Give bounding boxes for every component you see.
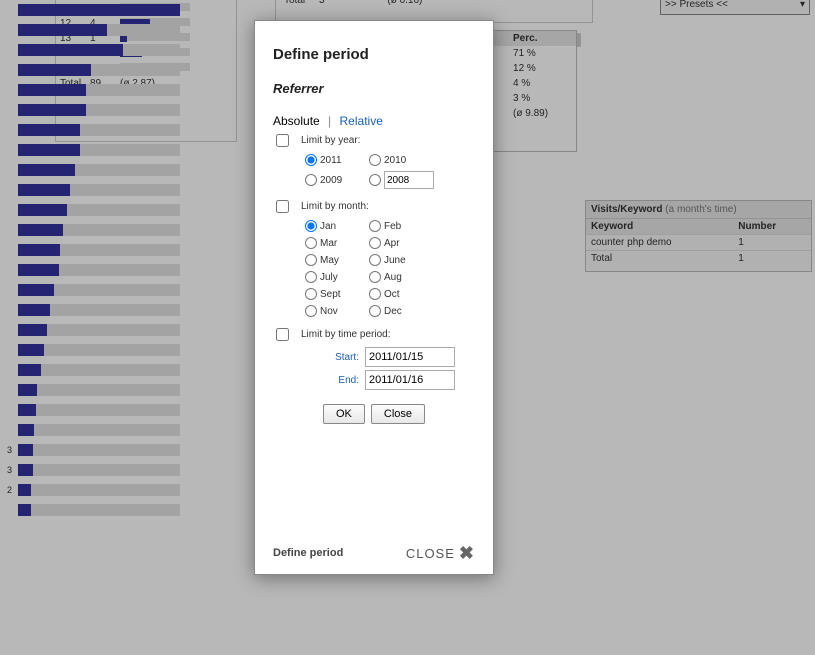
tab-absolute[interactable]: Absolute — [273, 114, 320, 128]
year-radio-group: 2011 2010 2009 — [305, 153, 475, 190]
end-label: End: — [338, 375, 359, 386]
tab-separator: | — [328, 114, 331, 128]
month-aug-radio[interactable] — [369, 271, 381, 283]
year-2011-radio[interactable] — [305, 154, 317, 166]
year-2010-radio[interactable] — [369, 154, 381, 166]
limit-year-label: Limit by year: — [301, 135, 360, 146]
year-2009-radio[interactable] — [305, 174, 317, 186]
modal-title: Define period — [273, 46, 475, 63]
month-dec-radio[interactable] — [369, 305, 381, 317]
define-period-modal: Define period Referrer Absolute | Relati… — [254, 20, 494, 575]
close-button[interactable]: Close — [371, 404, 425, 424]
footer-title: Define period — [273, 547, 343, 559]
month-nov-radio[interactable] — [305, 305, 317, 317]
start-label: Start: — [335, 352, 359, 363]
end-date-input[interactable] — [365, 370, 455, 390]
limit-period-checkbox[interactable] — [276, 328, 289, 341]
month-may-radio[interactable] — [305, 254, 317, 266]
footer-close-text: CLOSE — [406, 546, 455, 561]
tab-relative[interactable]: Relative — [340, 114, 383, 128]
limit-period-label: Limit by time period: — [301, 329, 390, 340]
limit-month-label: Limit by month: — [301, 201, 369, 212]
footer-close-link[interactable]: CLOSE ✖ — [406, 544, 475, 562]
ok-button[interactable]: OK — [323, 404, 365, 424]
month-sept-radio[interactable] — [305, 288, 317, 300]
month-jan-radio[interactable] — [305, 220, 317, 232]
close-icon: ✖ — [459, 544, 475, 562]
month-mar-radio[interactable] — [305, 237, 317, 249]
limit-month-checkbox[interactable] — [276, 200, 289, 213]
month-feb-radio[interactable] — [369, 220, 381, 232]
start-date-input[interactable] — [365, 347, 455, 367]
month-oct-radio[interactable] — [369, 288, 381, 300]
month-apr-radio[interactable] — [369, 237, 381, 249]
modal-subtitle: Referrer — [273, 81, 475, 96]
limit-year-checkbox[interactable] — [276, 134, 289, 147]
year-custom-input[interactable] — [384, 171, 434, 189]
month-radio-group: JanFebMarAprMayJuneJulyAugSeptOctNovDec — [305, 219, 475, 318]
year-custom-radio[interactable] — [369, 174, 381, 186]
month-june-radio[interactable] — [369, 254, 381, 266]
month-july-radio[interactable] — [305, 271, 317, 283]
